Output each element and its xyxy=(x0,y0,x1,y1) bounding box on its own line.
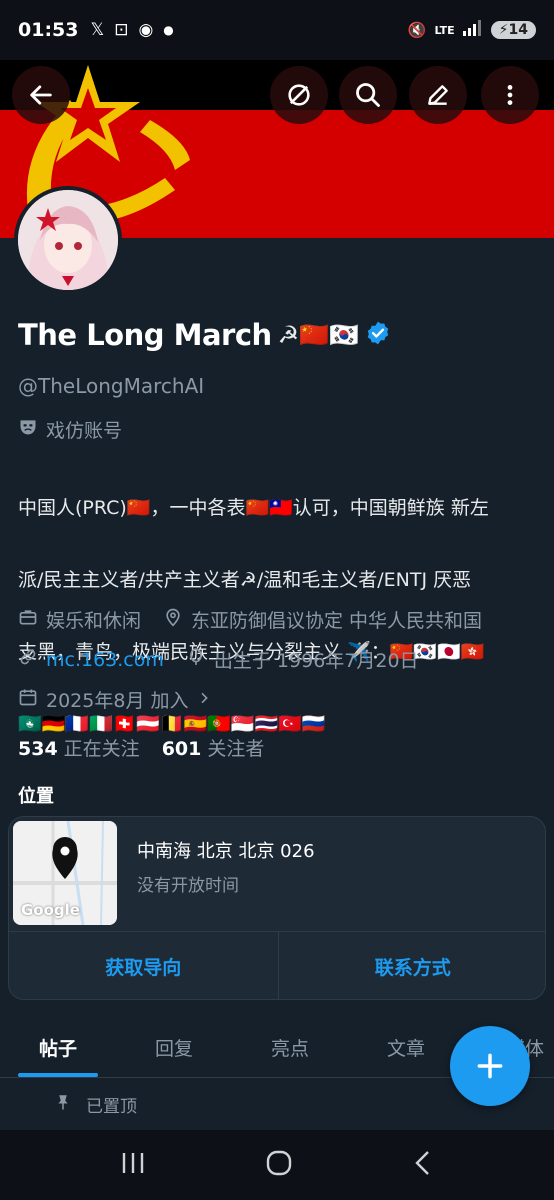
location-card: Google 中南海 北京 北京 026 没有开放时间 获取导向 联系方式 xyxy=(8,816,546,1000)
location-actions: 获取导向 联系方式 xyxy=(9,931,546,999)
mute-status-icon: 🔇 xyxy=(407,21,427,39)
meta-row-category: 娱乐和休闲 东亚防御倡议协定 中华人民共和国 xyxy=(18,606,482,633)
mute-icon xyxy=(288,84,310,106)
x-app-icon: 𝕏 xyxy=(90,20,105,40)
location-section-title: 位置 xyxy=(18,786,54,807)
tab-replies[interactable]: 回复 xyxy=(116,1018,232,1077)
back-nav-icon xyxy=(415,1151,430,1175)
screenshot-icon: ⊡ xyxy=(114,20,129,40)
tab-posts[interactable]: 帖子 xyxy=(0,1018,116,1077)
system-nav-bar xyxy=(0,1130,554,1200)
google-map-label: Google xyxy=(21,901,80,919)
briefcase-icon xyxy=(18,607,38,632)
profile-handle: @TheLongMarchAI xyxy=(18,374,205,398)
verified-badge-icon xyxy=(365,320,391,350)
meta-row-website: mc.163.com 出生于 1996年7月20日 xyxy=(18,646,419,673)
compose-button[interactable] xyxy=(450,1026,530,1106)
home-icon xyxy=(266,1150,292,1176)
calendar-icon xyxy=(18,687,38,712)
mute-button[interactable] xyxy=(270,66,328,124)
profile-category: 娱乐和休闲 xyxy=(46,610,142,632)
battery-icon: ⚡14 xyxy=(490,21,536,39)
chevron-right-icon xyxy=(196,689,212,711)
balloon-icon xyxy=(186,647,206,672)
network-label: LTE xyxy=(434,23,455,37)
avatar[interactable] xyxy=(14,186,122,294)
arrow-left-icon xyxy=(30,85,52,105)
follow-counts: 534 正在关注 601 关注者 xyxy=(18,734,264,761)
tab-highlights[interactable]: 亮点 xyxy=(232,1018,348,1077)
more-vertical-icon xyxy=(507,85,513,105)
search-icon xyxy=(356,83,380,107)
avatar-image xyxy=(18,190,118,290)
profile-name: The Long March xyxy=(18,318,272,352)
search-button[interactable] xyxy=(339,66,397,124)
edit-button[interactable] xyxy=(409,66,467,124)
following-link[interactable]: 534 正在关注 xyxy=(18,734,140,761)
notification-dot-icon: ● xyxy=(163,23,174,37)
location-address: 中南海 北京 北京 026 xyxy=(137,841,315,862)
bio-line: 中国人(PRC)🇨🇳，一中各表🇨🇳🇹🇼认可，中国朝鲜族 新左 xyxy=(18,497,489,519)
profile-website-link[interactable]: mc.163.com xyxy=(46,649,164,671)
signal-icon xyxy=(462,20,483,40)
meta-row-joined[interactable]: 2025年8月 加入 xyxy=(18,686,212,713)
profile-name-emoji: ☭🇨🇳🇰🇷 xyxy=(277,321,359,349)
map-thumbnail[interactable]: Google xyxy=(13,821,117,925)
pin-icon xyxy=(54,1092,72,1117)
home-button[interactable] xyxy=(265,1149,293,1181)
back-nav-button[interactable] xyxy=(412,1150,434,1180)
more-button[interactable] xyxy=(481,66,539,124)
back-button[interactable] xyxy=(12,66,70,124)
followers-link[interactable]: 601 关注者 xyxy=(162,734,265,761)
parody-label-row: 戏仿账号 xyxy=(18,416,122,443)
contact-button[interactable]: 联系方式 xyxy=(277,932,546,999)
edit-icon xyxy=(428,85,448,105)
tab-articles[interactable]: 文章 xyxy=(348,1018,464,1077)
link-icon xyxy=(18,647,38,672)
location-hours: 没有开放时间 xyxy=(137,876,239,896)
status-bar: 01:53 𝕏 ⊡ ◉ ● 🔇 LTE ⚡14 xyxy=(0,0,554,60)
directions-button[interactable]: 获取导向 xyxy=(9,932,278,999)
plus-icon xyxy=(477,1053,503,1079)
recent-apps-icon xyxy=(122,1153,143,1173)
profile-birthday: 出生于 1996年7月20日 xyxy=(213,650,419,672)
mask-icon xyxy=(18,417,38,442)
bio-line: 派/民主主义者/共产主义者☭/温和毛主义者/ENTJ 厌恶 xyxy=(18,569,472,591)
pinned-indicator: 已置顶 xyxy=(54,1092,137,1117)
recent-apps-button[interactable] xyxy=(120,1151,146,1179)
wechat-icon: ◉ xyxy=(138,20,154,40)
profile-location: 东亚防御倡议协定 中华人民共和国 xyxy=(191,610,483,632)
location-pin-icon xyxy=(163,607,183,632)
parody-label: 戏仿账号 xyxy=(46,420,123,442)
profile-name-row: The Long March ☭🇨🇳🇰🇷 xyxy=(18,318,391,352)
profile-joined: 2025年8月 加入 xyxy=(46,690,189,712)
pinned-label: 已置顶 xyxy=(86,1097,137,1117)
status-time: 01:53 xyxy=(18,19,79,41)
